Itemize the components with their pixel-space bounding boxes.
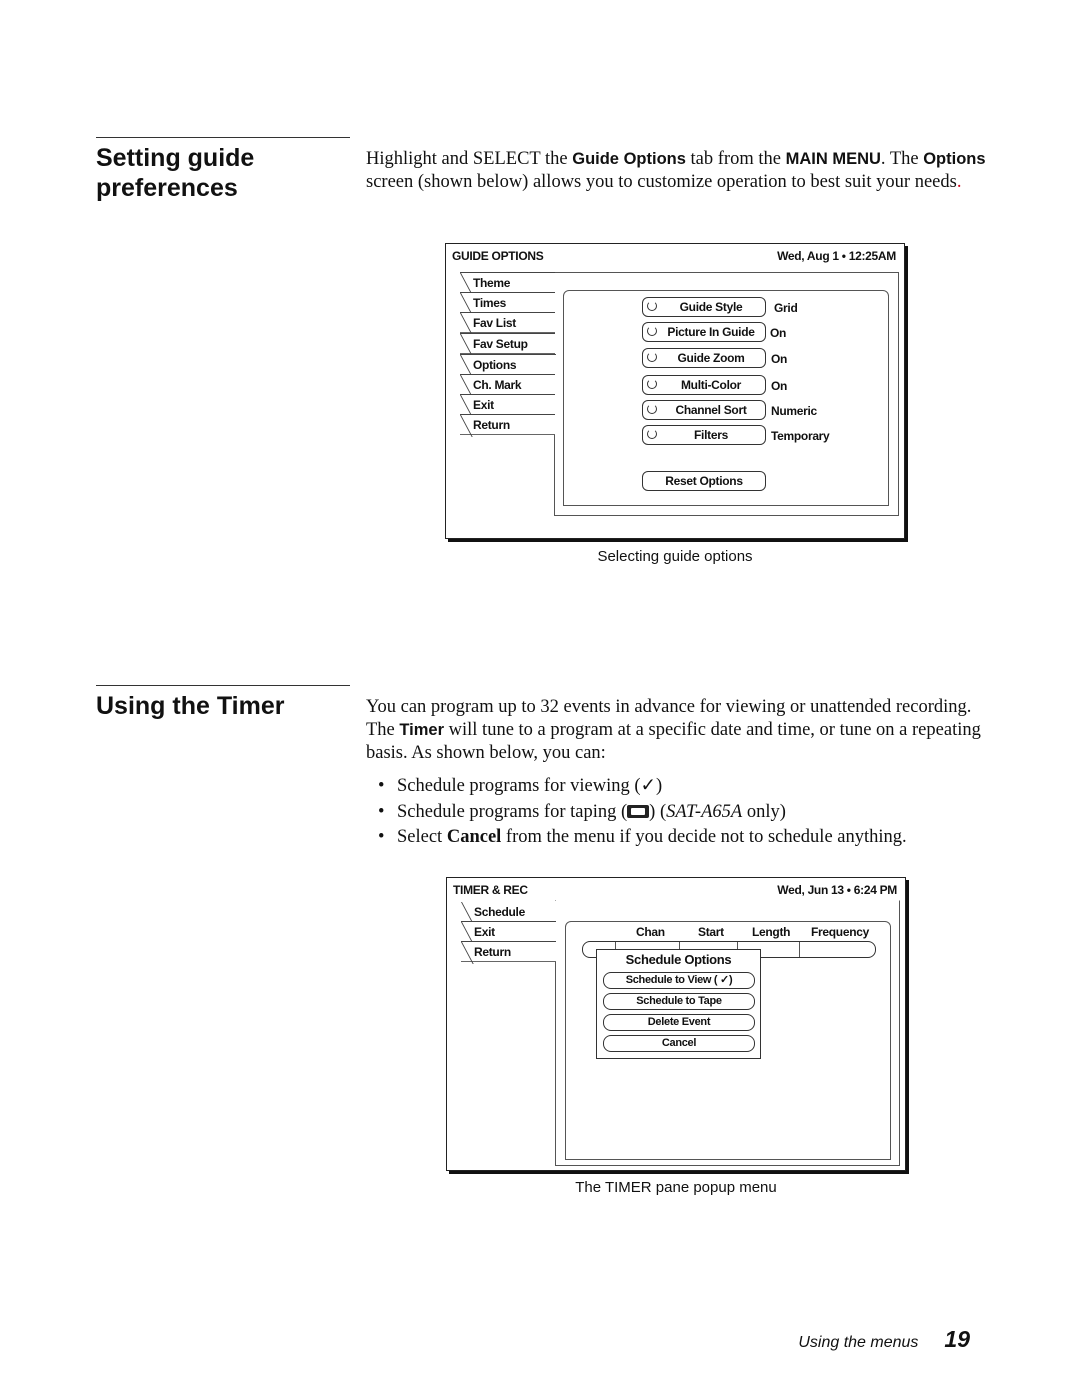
section-heading-timer: Using the Timer: [96, 692, 285, 720]
timer-rec-screen: TIMER & REC Wed, Jun 13 • 6:24 PM Schedu…: [446, 877, 906, 1171]
screen-title: GUIDE OPTIONS: [452, 249, 544, 263]
guide-style-button[interactable]: Guide Style: [642, 297, 766, 317]
picture-in-guide-button[interactable]: Picture In Guide: [642, 322, 766, 342]
tape-icon: [627, 804, 650, 818]
cycle-icon: [647, 326, 657, 336]
tab-schedule[interactable]: Schedule: [461, 901, 556, 924]
figure-caption: The TIMER pane popup menu: [575, 1179, 777, 1196]
cycle-icon: [647, 301, 657, 311]
bullet-icon: •: [378, 776, 385, 796]
bullet-icon: •: [378, 827, 385, 847]
tab-exit[interactable]: Exit: [461, 921, 556, 944]
check-icon: ✓: [640, 776, 657, 796]
channel-sort-value: Numeric: [771, 404, 817, 418]
guide-options-term: Guide Options: [572, 150, 686, 168]
section-divider: [96, 685, 350, 686]
main-menu-term: MAIN MENU: [785, 150, 881, 168]
tab-return[interactable]: Return: [461, 941, 556, 964]
cancel-term: Cancel: [446, 827, 502, 847]
tab-exit[interactable]: Exit: [460, 394, 555, 417]
column-header-length: Length: [752, 925, 791, 939]
multi-color-value: On: [771, 379, 788, 393]
reset-options-button[interactable]: Reset Options: [642, 471, 766, 491]
tab-options[interactable]: Options: [460, 354, 556, 377]
page-footer: Using the menus 19: [798, 1326, 970, 1353]
intro-paragraph: Highlight and SELECT the Guide Options t…: [366, 149, 986, 192]
heading-line: preferences: [96, 174, 238, 202]
timer-inner-panel: Chan Start Length Frequency Schedule Opt…: [565, 921, 891, 1160]
screen-clock: Wed, Aug 1 • 12:25AM: [777, 249, 896, 263]
list-item: • Select Cancel from the menu if you dec…: [366, 825, 1006, 851]
guide-zoom-value: On: [771, 352, 788, 366]
section-divider: [96, 137, 350, 138]
options-inner-panel: Guide Style Grid Picture In Guide On Gui…: [563, 290, 889, 506]
screen-title: TIMER & REC: [453, 883, 528, 897]
cycle-icon: [647, 352, 657, 362]
timer-paragraph: You can program up to 32 events in advan…: [366, 697, 981, 763]
multi-color-button[interactable]: Multi-Color: [642, 375, 766, 395]
tab-times[interactable]: Times: [460, 292, 555, 315]
schedule-options-popup: Schedule Options Schedule to View ( ✓) S…: [596, 949, 761, 1059]
tab-theme[interactable]: Theme: [460, 272, 555, 295]
heading-line: Setting guide: [96, 144, 255, 172]
list-item: • Schedule programs for taping () (SAT-A…: [366, 800, 1006, 826]
picture-in-guide-value: On: [770, 326, 787, 340]
bullet-icon: •: [378, 801, 385, 822]
popup-title: Schedule Options: [625, 952, 732, 967]
list-item: • Schedule programs for viewing (✓): [366, 774, 1006, 800]
cycle-icon: [647, 379, 657, 389]
filters-button[interactable]: Filters: [642, 425, 766, 445]
model-name: SAT-A65A: [666, 801, 743, 822]
filters-value: Temporary: [771, 429, 830, 443]
timer-term: Timer: [399, 721, 445, 739]
cancel-button[interactable]: Cancel: [603, 1035, 755, 1052]
figure-caption: Selecting guide options: [597, 548, 753, 565]
column-header-start: Start: [698, 925, 724, 939]
channel-sort-button[interactable]: Channel Sort: [642, 400, 766, 420]
tab-fav-setup[interactable]: Fav Setup: [460, 333, 555, 356]
options-term: Options: [923, 150, 986, 168]
footer-section-title: Using the menus: [798, 1334, 919, 1351]
page-number: 19: [944, 1326, 970, 1352]
timer-bullet-list: • Schedule programs for viewing (✓) • Sc…: [366, 774, 1006, 851]
tab-ch-mark[interactable]: Ch. Mark: [460, 374, 555, 397]
tab-fav-list[interactable]: Fav List: [460, 312, 555, 335]
guide-options-screen: GUIDE OPTIONS Wed, Aug 1 • 12:25AM Theme…: [445, 243, 905, 539]
column-header-frequency: Frequency: [811, 925, 869, 939]
schedule-to-tape-button[interactable]: Schedule to Tape: [603, 993, 755, 1010]
cycle-icon: [647, 429, 657, 439]
screen-clock: Wed, Jun 13 • 6:24 PM: [777, 883, 897, 897]
cycle-icon: [647, 404, 657, 414]
column-header-chan: Chan: [636, 925, 665, 939]
section-heading-guide-preferences: Setting guide preferences: [96, 143, 346, 203]
guide-style-value: Grid: [774, 301, 798, 315]
delete-event-button[interactable]: Delete Event: [603, 1014, 755, 1031]
tab-return[interactable]: Return: [460, 414, 555, 437]
schedule-to-view-button[interactable]: Schedule to View ( ✓): [603, 972, 755, 989]
guide-zoom-button[interactable]: Guide Zoom: [642, 348, 766, 368]
